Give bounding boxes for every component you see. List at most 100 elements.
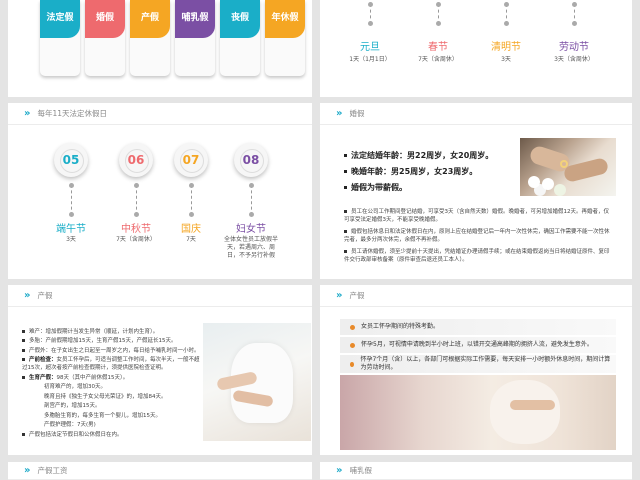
attendance-text: 女员工怀孕期间的特殊考勤。 bbox=[361, 323, 440, 331]
rule-line: 剖宫产的，增加15天。 bbox=[22, 403, 200, 411]
slide-holidays-part2: » 每年11天法定休假日 05 端午节 3天 06 中秋节 7天（含周休） 07 国庆 7天 08… bbox=[8, 103, 312, 279]
marriage-paragraph: 员工在公司工作期间登记结婚，可享受3天（含自然天数）婚假。晚婚者，可另增加婚假1… bbox=[344, 209, 610, 223]
leave-tag: 丧假 bbox=[220, 0, 260, 76]
slide-nursing-leave: » 哺乳假 bbox=[320, 462, 632, 480]
leave-tag-label: 哺乳假 bbox=[175, 0, 215, 38]
holiday-duration: 全体女性员工放假半天，若遇周六、周日，不予另行补假 bbox=[223, 236, 278, 259]
holiday-number-circle: 07 bbox=[174, 143, 208, 177]
slide-maternity-leave: » 产假 难产：增加假期计当发生异常（顺延，计划内生育）。多胎：产前假期增加15… bbox=[8, 285, 312, 455]
rule-text: 产假外：在子女出生之日起至一周岁之内，每日给予哺乳时间一小时。 bbox=[29, 347, 200, 354]
slide-title: 每年11天法定休假日 bbox=[37, 109, 108, 118]
chevron-right-icon: » bbox=[24, 465, 31, 476]
holiday-number-circle: 06 bbox=[119, 143, 153, 177]
rule-text: 剖宫产的，增加15天。 bbox=[22, 403, 101, 410]
slide-marriage-leave: » 婚假 法定结婚年龄：男22周岁，女20周岁。 晚婚年龄：男25周岁，女23周… bbox=[320, 103, 632, 279]
rule-text: 初育难产的，增加30天。 bbox=[22, 384, 106, 391]
leave-tag-label: 丧假 bbox=[220, 0, 260, 38]
chevron-right-icon: » bbox=[24, 108, 31, 119]
rule-text: 产假包括法定节假日和公休假日在内。 bbox=[29, 431, 123, 438]
leave-tag-label: 法定假 bbox=[40, 0, 80, 38]
rule-line: 生育产假：98天（其中产前休假15天）。 bbox=[22, 375, 200, 383]
holiday-name: 妇女节 bbox=[236, 224, 266, 235]
attendance-text: 怀孕7个月（含）以上，各部门可根据实际工作需要，每天安排一小时额外休息时间，期间… bbox=[360, 356, 611, 371]
wedding-rings-photo bbox=[520, 138, 616, 196]
slide-title: 产假 bbox=[349, 291, 365, 300]
rule-line: 产假护理假：7天(男) bbox=[22, 422, 200, 430]
holiday-name: 中秋节 bbox=[121, 224, 151, 235]
slide-header: » 婚假 bbox=[320, 103, 632, 125]
pregnant-woman-photo bbox=[203, 323, 311, 441]
legal-item: 法定结婚年龄：男22周岁，女20周岁。 bbox=[344, 150, 534, 161]
slide-holidays-part1: 元旦 1天（1月1日） 春节 7天（含周休） 清明节 3天 劳动节 3天（含周休） bbox=[320, 0, 632, 97]
holiday-duration: 3天（含周休） bbox=[554, 56, 594, 63]
connector-line bbox=[249, 183, 254, 217]
bullet-dot-icon bbox=[350, 342, 355, 348]
holiday-duration: 3天 bbox=[501, 56, 511, 63]
slide-header: » 产假工资 bbox=[8, 462, 312, 480]
rule-text: 多胎：产前假期增加15天，生育产假15天，产假延长15天。 bbox=[29, 338, 177, 345]
slide-header: » 哺乳假 bbox=[320, 462, 632, 480]
holiday-duration: 3天 bbox=[66, 236, 76, 243]
rule-line: 多胞胎生育的，每多生育一个婴儿，增加15天。 bbox=[22, 413, 200, 421]
connector-line bbox=[134, 183, 139, 217]
rule-line: 产假包括法定节假日和公休假日在内。 bbox=[22, 432, 200, 440]
connector-line bbox=[189, 183, 194, 217]
holiday-name: 劳动节 bbox=[559, 42, 589, 53]
rule-label: 产前检查： bbox=[29, 357, 57, 364]
chevron-right-icon: » bbox=[24, 290, 31, 301]
attendance-item: 怀孕7个月（含）以上，各部门可根据实际工作需要，每天安排一小时额外休息时间，期间… bbox=[340, 355, 616, 373]
holiday-name: 国庆 bbox=[181, 224, 201, 235]
rule-line: 初育难产的，增加30天。 bbox=[22, 384, 200, 392]
leave-tag: 哺乳假 bbox=[175, 0, 215, 76]
slide-leave-types: 法定假 婚假 产假 哺乳假 丧假 年休假 bbox=[8, 0, 312, 97]
rule-text: 难产：增加假期计当发生异常（顺延，计划内生育）。 bbox=[29, 329, 159, 335]
slide-title: 婚假 bbox=[349, 109, 365, 118]
holiday-duration: 7天（含周休） bbox=[116, 236, 156, 243]
leave-tag: 法定假 bbox=[40, 0, 80, 76]
rule-line: 晚育且持《独生子女父母光荣证》的，增加84天。 bbox=[22, 394, 200, 402]
holiday-name: 元旦 bbox=[360, 42, 380, 53]
connector-line bbox=[368, 2, 373, 26]
chevron-right-icon: » bbox=[336, 290, 343, 301]
holiday-name: 清明节 bbox=[491, 42, 521, 53]
legal-age-list: 法定结婚年龄：男22周岁，女20周岁。 晚婚年龄：男25周岁，女23周岁。 婚假… bbox=[344, 150, 534, 193]
holiday-duration: 7天（含周休） bbox=[418, 56, 458, 63]
holiday-number-circle: 08 bbox=[234, 143, 268, 177]
slide-title: 产假工资 bbox=[37, 466, 68, 475]
attendance-item: 怀孕5月，可视情申请晚到半小时上班，以错开交通高峰期的拥挤人流，避免发生意外。 bbox=[340, 337, 616, 353]
holiday-name: 端午节 bbox=[56, 224, 86, 235]
slide-title: 哺乳假 bbox=[349, 466, 372, 475]
slide-header: » 产假 bbox=[320, 285, 632, 307]
rule-line: 难产：增加假期计当发生异常（顺延，计划内生育）。 bbox=[22, 329, 200, 337]
leave-tag-label: 年休假 bbox=[265, 0, 305, 38]
bullet-dot-icon bbox=[350, 361, 355, 367]
rule-text: 98天（其中产前休假15天）。 bbox=[56, 374, 129, 381]
attendance-item: 女员工怀孕期间的特殊考勤。 bbox=[340, 319, 616, 335]
holiday-name: 春节 bbox=[428, 42, 448, 53]
connector-line bbox=[504, 2, 509, 26]
connector-line bbox=[436, 2, 441, 26]
holiday-duration: 1天（1月1日） bbox=[349, 56, 391, 63]
marriage-paragraph: 婚假包括休息日和法定休假日在内，原则上应在结婚登记后一年内一次性休完，确因工作需… bbox=[344, 229, 610, 243]
rule-line: 产假外：在子女出生之日起至一周岁之内，每日给予哺乳时间一小时。 bbox=[22, 348, 200, 356]
rule-text: 多胞胎生育的，每多生育一个婴儿，增加15天。 bbox=[22, 412, 162, 419]
rule-text: 晚育且持《独生子女父母光荣证》的，增加84天。 bbox=[22, 393, 167, 400]
legal-item: 婚假为带薪假。 bbox=[344, 182, 534, 193]
bullet-dot-icon bbox=[350, 324, 355, 330]
leave-tag-label: 婚假 bbox=[85, 0, 125, 38]
leave-tag: 婚假 bbox=[85, 0, 125, 76]
slide-header: » 产假 bbox=[8, 285, 312, 307]
attendance-text: 怀孕5月，可视情申请晚到半小时上班，以错开交通高峰期的拥挤人流，避免发生意外。 bbox=[361, 341, 593, 349]
rule-line: 多胎：产前假期增加15天，生育产假15天，产假延长15天。 bbox=[22, 338, 200, 346]
leave-tag: 年休假 bbox=[265, 0, 305, 76]
holiday-duration: 7天 bbox=[186, 236, 196, 243]
connector-line bbox=[572, 2, 577, 26]
rule-line: 产前检查：女员工怀孕后，可适当调整工作时间，每次半天，一般不超过15次，超次者按… bbox=[22, 357, 200, 373]
holiday-number-circle: 05 bbox=[54, 143, 88, 177]
chevron-right-icon: » bbox=[336, 108, 343, 119]
slide-maternity-pay: » 产假工资 bbox=[8, 462, 312, 480]
slide-maternity-attendance: » 产假 女员工怀孕期间的特殊考勤。怀孕5月，可视情申请晚到半小时上班，以错开交… bbox=[320, 285, 632, 455]
chevron-right-icon: » bbox=[336, 465, 343, 476]
marriage-paragraph: 员工请休婚假，须至少提前十天提出，凭结婚证办理请假手续；或在结束婚假返岗当日将结… bbox=[344, 249, 610, 263]
leave-tag: 产假 bbox=[130, 0, 170, 76]
